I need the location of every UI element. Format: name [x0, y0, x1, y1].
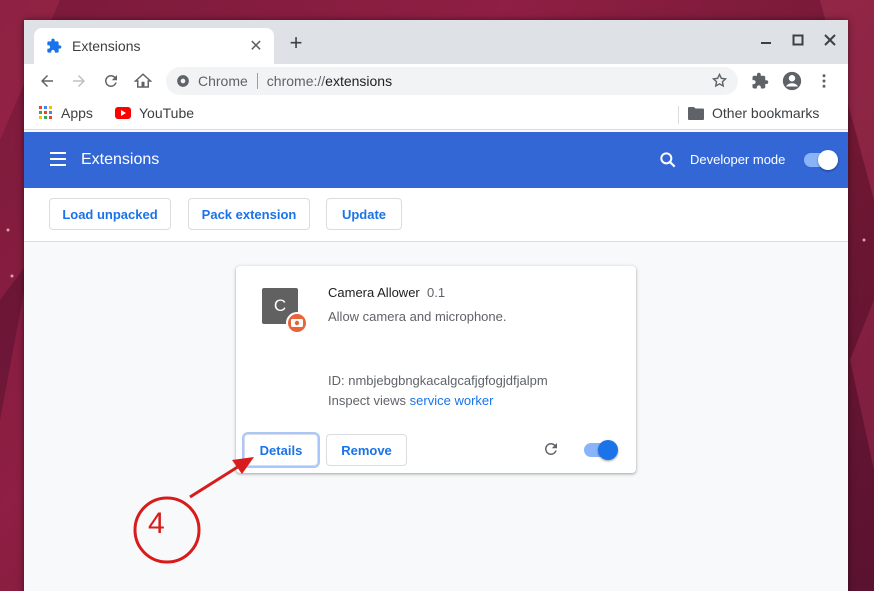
tab-extensions[interactable]: Extensions ✕ [34, 28, 274, 64]
account-icon [782, 71, 802, 91]
reload-button[interactable] [99, 69, 123, 93]
back-arrow-icon [41, 75, 53, 87]
search-icon[interactable] [658, 150, 678, 170]
apps-grid-icon [39, 106, 52, 119]
new-tab-button[interactable]: + [286, 32, 306, 54]
maximize-icon [792, 34, 804, 46]
extension-enable-toggle[interactable] [584, 440, 618, 460]
remove-button[interactable]: Remove [326, 434, 407, 466]
update-button[interactable]: Update [326, 198, 402, 230]
puzzle-icon [47, 38, 62, 53]
bookmark-apps[interactable]: Apps [39, 105, 93, 121]
reload-icon [104, 74, 117, 87]
browser-toolbar: Chrome chrome://extensions [24, 64, 848, 98]
extension-description: Allow camera and microphone. [328, 309, 507, 324]
reload-extension-icon[interactable] [542, 440, 560, 458]
browser-window: Extensions ✕ + Chrome chrome://extension… [24, 20, 848, 591]
minimize-button[interactable] [756, 30, 776, 50]
bookmark-youtube[interactable]: YouTube [115, 105, 194, 121]
home-button[interactable] [131, 69, 155, 93]
url-prefix: chrome:// [266, 73, 326, 89]
details-button[interactable]: Details [242, 432, 320, 468]
extensions-menu-button[interactable] [748, 69, 772, 93]
developer-mode-label: Developer mode [690, 152, 786, 167]
menu-icon[interactable] [50, 152, 66, 166]
bookmark-other[interactable]: Other bookmarks [688, 105, 819, 121]
chrome-menu-button[interactable] [812, 69, 836, 93]
bookmark-youtube-label: YouTube [139, 105, 195, 121]
close-window-button[interactable] [820, 30, 840, 50]
home-icon [134, 73, 152, 88]
toggle-knob [598, 440, 618, 460]
annotation-number: 4 [148, 507, 165, 540]
site-label: Chrome [198, 73, 248, 89]
more-vert-icon [822, 74, 826, 88]
pack-extension-button[interactable]: Pack extension [188, 198, 310, 230]
forward-button[interactable] [67, 69, 91, 93]
extension-name: Camera Allower [328, 285, 420, 300]
extensions-header: Extensions Developer mode [24, 132, 848, 188]
forward-arrow-icon [73, 75, 85, 87]
camera-icon [286, 312, 308, 334]
maximize-button[interactable] [788, 30, 808, 50]
bookmark-star-icon[interactable] [711, 72, 728, 89]
profile-button[interactable] [780, 69, 804, 93]
inspect-views: Inspect views service worker [328, 393, 493, 408]
url-text: chrome://extensions [267, 73, 392, 89]
developer-actions-bar: Load unpacked Pack extension Update [24, 188, 848, 242]
close-icon [824, 34, 836, 46]
puzzle-icon [752, 72, 769, 89]
tab-close-icon[interactable]: ✕ [248, 36, 264, 56]
extension-version: 0.1 [427, 285, 446, 300]
service-worker-link[interactable]: service worker [410, 393, 494, 408]
bookmark-apps-label: Apps [61, 105, 93, 121]
bookmark-other-label: Other bookmarks [712, 105, 820, 121]
tab-strip: Extensions ✕ + [24, 20, 848, 64]
back-button[interactable] [35, 69, 59, 93]
chrome-logo-icon [177, 75, 189, 87]
minimize-icon [761, 42, 771, 44]
youtube-icon [115, 107, 131, 119]
developer-mode-toggle[interactable] [804, 150, 838, 170]
page-title: Extensions [81, 151, 160, 168]
extension-card: C Camera Allower 0.1 Allow camera and mi… [236, 266, 636, 473]
tab-title: Extensions [72, 38, 141, 54]
omnibox-separator [256, 73, 258, 89]
url-host: extensions [325, 73, 393, 89]
load-unpacked-button[interactable]: Load unpacked [49, 198, 171, 230]
toggle-knob [818, 150, 838, 170]
bookmarks-divider [678, 106, 679, 124]
bookmarks-bar: Apps YouTube Other bookmarks [24, 98, 848, 130]
inspect-views-label: Inspect views [328, 393, 407, 408]
address-bar[interactable]: Chrome chrome://extensions [166, 67, 738, 95]
folder-icon [688, 107, 704, 120]
extension-id: ID: nmbjebgbngkacalgcafjgfogjdfjalpm [328, 373, 548, 388]
